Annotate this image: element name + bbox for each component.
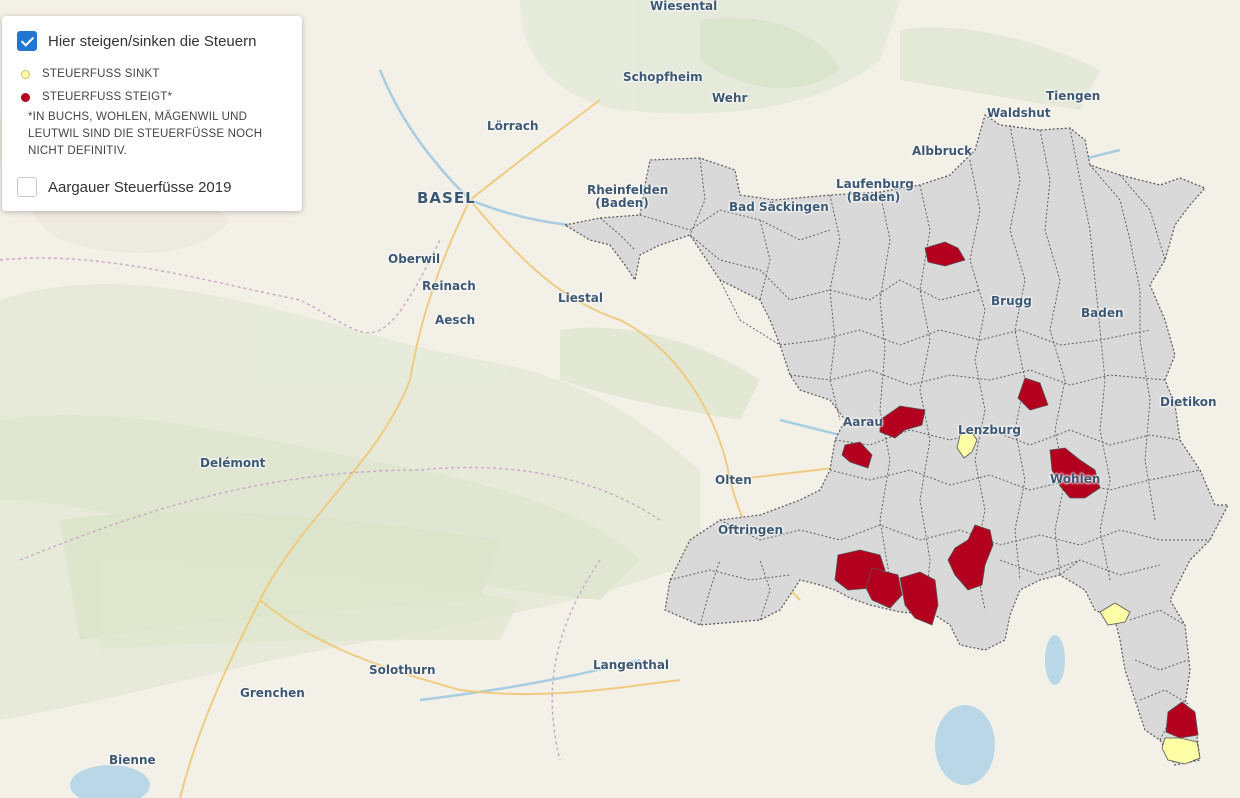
place-label: Aesch	[435, 313, 476, 327]
legend-item-sinkt: STEUERFUSS SINKT	[21, 68, 160, 80]
place-label: Delémont	[200, 456, 266, 470]
lake-baldegg	[1045, 635, 1065, 685]
place-label: Bad Säckingen	[729, 200, 829, 214]
place-label: Solothurn	[369, 663, 436, 677]
layer-label: Hier steigen/sinken die Steuern	[48, 32, 257, 50]
place-label: (Baden)	[595, 196, 649, 210]
place-label: Lenzburg	[958, 423, 1021, 437]
lake-hallwil	[935, 705, 995, 785]
place-label: Tiengen	[1046, 89, 1101, 103]
layer-control-panel: Hier steigen/sinken die Steuern STEUERFU…	[2, 16, 302, 211]
place-label-rheinfelden: Rheinfelden (Baden)	[587, 184, 668, 210]
place-label: Langenthal	[593, 658, 670, 672]
place-label: Dietikon	[1160, 395, 1217, 409]
place-label: Reinach	[422, 279, 476, 293]
legend-label: STEUERFUSS SINKT	[42, 68, 160, 80]
place-label: Oftringen	[718, 523, 784, 537]
place-label: Schopfheim	[623, 70, 703, 84]
checkbox-checked-icon[interactable]	[17, 31, 37, 51]
place-label: Bienne	[109, 753, 156, 767]
legend-label: STEUERFUSS STEIGT*	[42, 91, 173, 103]
place-label: Oberwil	[388, 252, 441, 266]
yellow-dot-icon	[21, 69, 30, 79]
layer-toggle-tax-change[interactable]: Hier steigen/sinken die Steuern	[17, 31, 256, 51]
place-label: Wehr	[712, 91, 748, 105]
place-label: Brugg	[991, 294, 1032, 308]
legend-item-steigt: STEUERFUSS STEIGT*	[21, 91, 172, 103]
place-label: Albbruck	[912, 144, 973, 158]
place-label: Liestal	[558, 291, 603, 305]
place-label: Olten	[715, 473, 752, 487]
place-label: Grenchen	[240, 686, 305, 700]
place-label: Wiesental	[650, 0, 718, 13]
region-falling-south-2	[1161, 737, 1201, 765]
place-label: Waldshut	[987, 106, 1051, 120]
layer-label: Aargauer Steuerfüsse 2019	[48, 178, 232, 196]
place-label: (Baden)	[846, 190, 901, 204]
legend-footnote: *IN BUCHS, WOHLEN, MÄGENWIL UND LEUTWIL …	[28, 111, 263, 157]
place-label: Aarau	[843, 415, 883, 429]
place-label-laufenburg: Laufenburg (Baden)	[836, 178, 914, 204]
place-label-basel: BASEL	[417, 189, 476, 207]
checkbox-unchecked-icon[interactable]	[17, 177, 37, 197]
red-dot-icon	[21, 92, 30, 102]
layer-toggle-steuerfuesse-2019[interactable]: Aargauer Steuerfüsse 2019	[17, 177, 231, 197]
place-label: Lörrach	[487, 119, 539, 133]
place-label: Wohlen	[1050, 472, 1101, 486]
place-label: Baden	[1081, 306, 1124, 320]
